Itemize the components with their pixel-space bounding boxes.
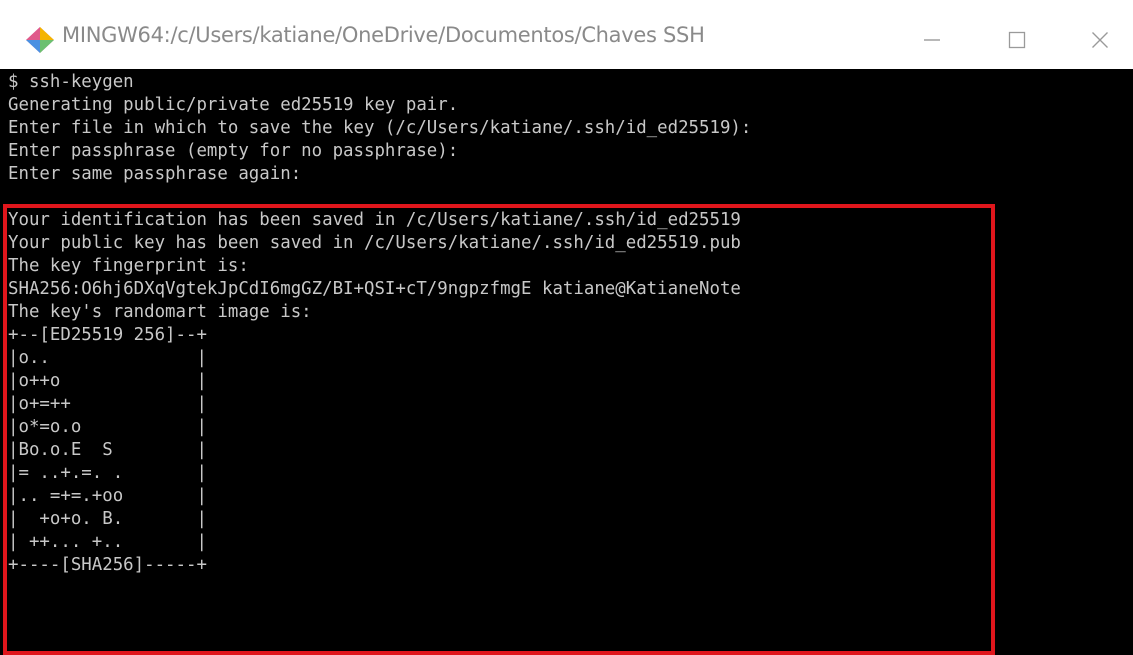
randomart-line: | +o+o. B. | [8, 509, 207, 529]
randomart-line: +--[ED25519 256]--+ [8, 325, 207, 345]
randomart-line: |.. =+=.+oo | [8, 486, 207, 506]
randomart-line: +----[SHA256]-----+ [8, 555, 207, 575]
maximize-icon [1008, 31, 1026, 49]
terminal-line: $ ssh-keygen [8, 72, 134, 92]
terminal-line: Your public key has been saved in /c/Use… [8, 233, 741, 253]
randomart-line: | ++... +.. | [8, 532, 207, 552]
minimize-button[interactable] [910, 18, 954, 62]
terminal-line: Your identification has been saved in /c… [8, 210, 741, 230]
title-bar[interactable]: MINGW64:/c/Users/katiane/OneDrive/Docume… [0, 0, 1133, 69]
terminal-line: The key fingerprint is: [8, 256, 249, 276]
close-icon [1092, 32, 1108, 48]
terminal-line: SHA256:O6hj6DXqVgtekJpCdI6mgGZ/BI+QSI+cT… [8, 279, 741, 299]
git-bash-diamond-icon [26, 27, 54, 53]
terminal-window: MINGW64:/c/Users/katiane/OneDrive/Docume… [0, 0, 1133, 655]
randomart-line: |o++o | [8, 371, 207, 391]
terminal-line: Enter file in which to save the key (/c/… [8, 118, 752, 138]
minimize-icon [924, 39, 940, 41]
terminal-line: Generating public/private ed25519 key pa… [8, 95, 459, 115]
terminal-line: Enter passphrase (empty for no passphras… [8, 141, 459, 161]
terminal-output[interactable]: $ ssh-keygen Generating public/private e… [0, 69, 1133, 655]
randomart-line: |= ..+.=. . | [8, 463, 207, 483]
window-title: MINGW64:/c/Users/katiane/OneDrive/Docume… [62, 23, 705, 47]
randomart-line: |o.. | [8, 348, 207, 368]
randomart-line: |Bo.o.E S | [8, 440, 207, 460]
randomart-line: |o*=o.o | [8, 417, 207, 437]
maximize-button[interactable] [995, 18, 1039, 62]
terminal-line: Enter same passphrase again: [8, 164, 302, 184]
randomart-line: |o+=++ | [8, 394, 207, 414]
terminal-line: The key's randomart image is: [8, 302, 312, 322]
close-button[interactable] [1078, 18, 1122, 62]
